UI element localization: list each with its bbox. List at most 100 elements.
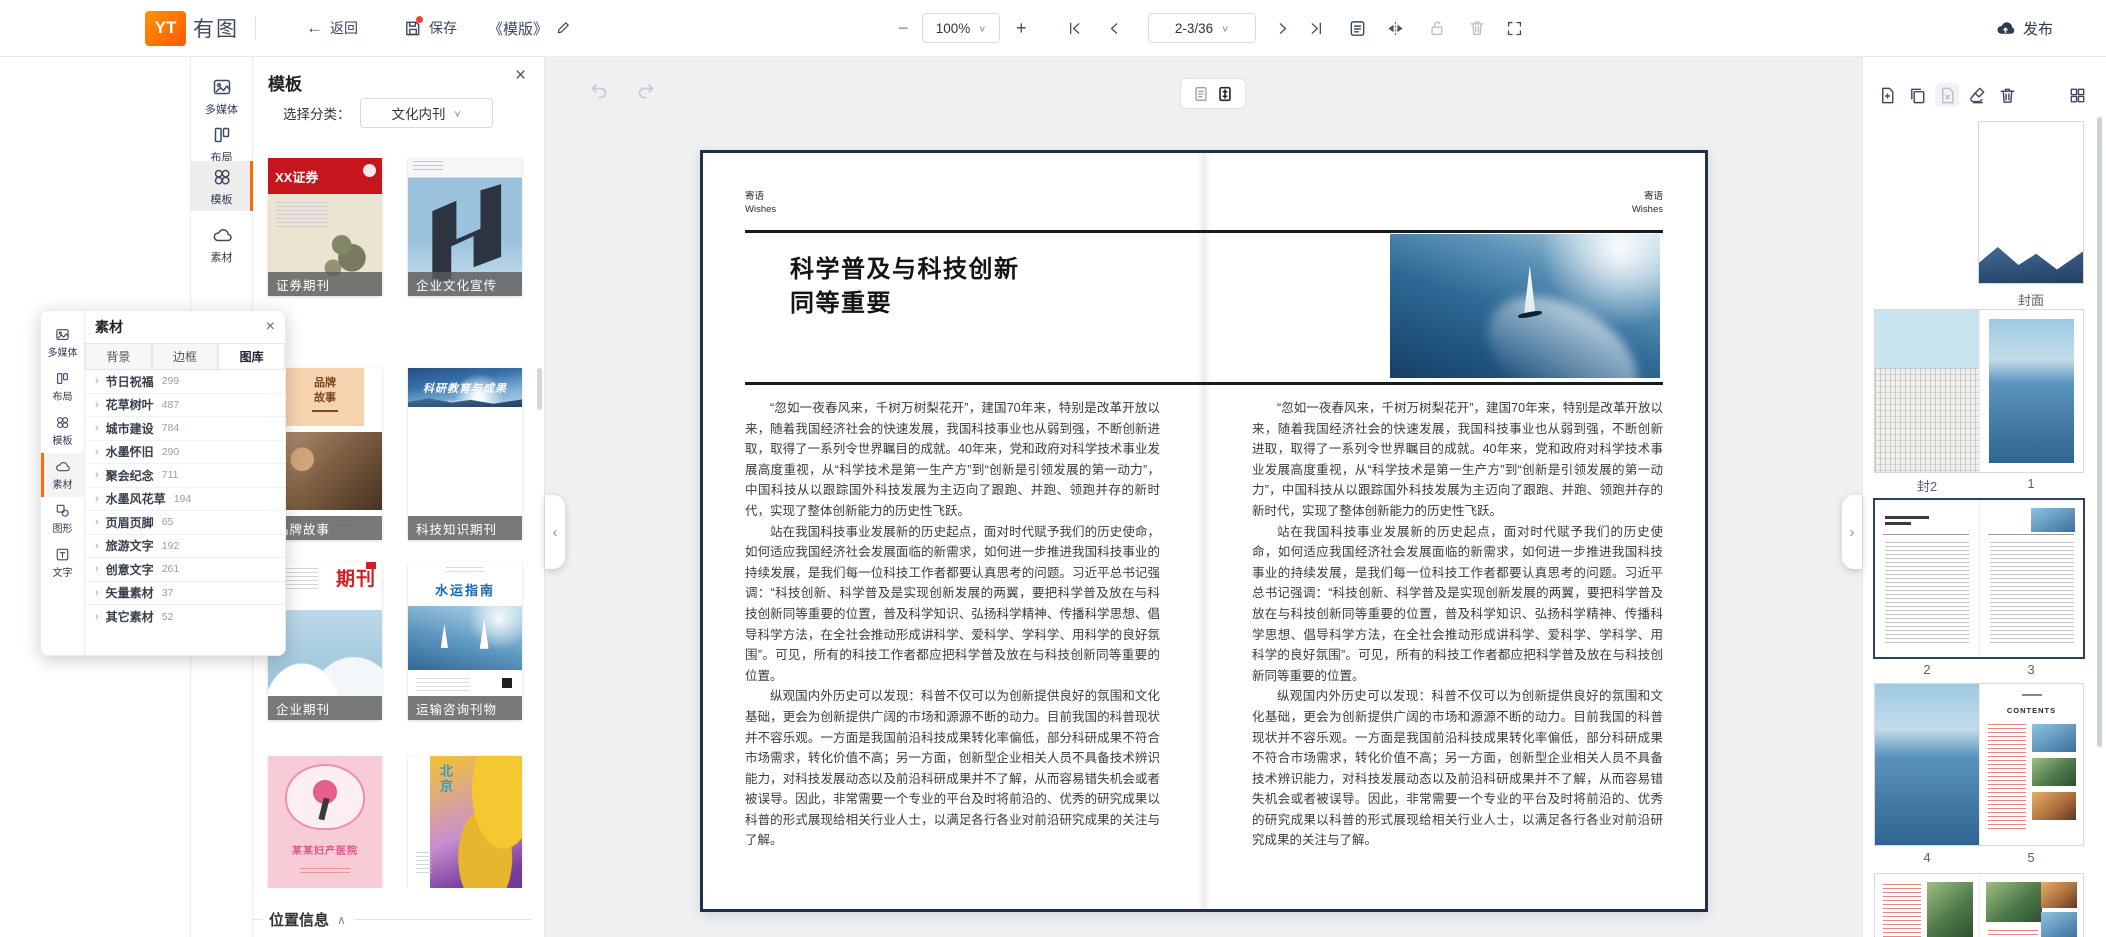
save-button[interactable]: 保存 — [403, 0, 457, 56]
mountains-shape — [1979, 238, 2083, 283]
asset-category-row[interactable]: ›花草树叶487 — [85, 394, 285, 418]
layout-icon — [212, 125, 232, 145]
edit-pencil-icon[interactable] — [555, 20, 571, 36]
rail-item-shapes[interactable]: 图形 — [41, 497, 84, 541]
prev-page-button[interactable] — [1106, 0, 1123, 56]
position-info-section[interactable]: 位置信息 ∧ — [253, 888, 544, 937]
asset-category-row[interactable]: ›城市建设784 — [85, 417, 285, 441]
delete-button[interactable] — [1468, 0, 1486, 56]
logo-badge: YT — [145, 11, 186, 46]
delete-page-button[interactable] — [1935, 83, 1959, 107]
next-page-button[interactable] — [1274, 0, 1291, 56]
article-title[interactable]: 科学普及与科技创新 同等重要 — [790, 253, 1020, 321]
asset-category-row[interactable]: ›节日祝福299 — [85, 370, 285, 394]
template-card-corporate-culture[interactable]: 企业文化宣传 — [408, 158, 522, 296]
single-page-view-button[interactable] — [1192, 85, 1210, 103]
asset-category-row[interactable]: ›其它素材52 — [85, 605, 285, 629]
page-thumb-cover[interactable]: 科研教育与成果 HIGHLIGHT — [1979, 122, 2083, 283]
template-card-science-journal[interactable]: 科研教育与成果 HIGHLIGHT 科技知识期刊 — [408, 368, 522, 540]
clear-page-button[interactable] — [1965, 83, 1989, 107]
redo-button[interactable] — [635, 80, 657, 102]
rail-item-assets[interactable]: 素材 — [191, 219, 252, 271]
page-thumb-7[interactable] — [1979, 874, 2083, 937]
page-thumb-6[interactable] — [1875, 874, 1979, 937]
rail-item-text[interactable]: 文字 — [41, 541, 84, 585]
zoom-level-select[interactable]: 100%∨ — [922, 13, 1000, 43]
template-grid-icon — [55, 415, 70, 430]
pages-scrollbar[interactable] — [2097, 117, 2102, 747]
chevron-down-icon: ∨ — [1221, 23, 1229, 33]
magazine-spread[interactable]: 寄语 Wishes 寄语 Wishes 科学普及与科技创新 同等重要 “忽如一夜… — [700, 150, 1708, 912]
page-thumb-spread-4-5[interactable]: CONTENTS — [1875, 684, 2083, 845]
thumb-label-row: 23 — [1875, 662, 2083, 677]
mirror-flip-button[interactable] — [1386, 0, 1405, 56]
unsaved-dot — [416, 16, 423, 23]
page-indicator-select[interactable]: 2-3/36∨ — [1148, 13, 1256, 43]
rail-item-templates[interactable]: 模板 — [41, 409, 84, 453]
tab-gallery[interactable]: 图库 — [218, 343, 285, 369]
page-thumb-5[interactable]: CONTENTS — [1979, 684, 2083, 845]
asset-category-row[interactable]: ›旅游文字192 — [85, 535, 285, 559]
lock-button[interactable] — [1428, 0, 1446, 56]
text-icon — [55, 547, 70, 562]
rail-item-assets[interactable]: 素材 — [41, 453, 84, 497]
asset-category-row[interactable]: ›聚会纪念711 — [85, 464, 285, 488]
spread-view-button[interactable] — [1216, 85, 1234, 103]
sailboat-photo[interactable] — [1390, 234, 1660, 378]
rail-item-templates[interactable]: 模板 — [191, 161, 252, 211]
page-thumb-2[interactable] — [1875, 500, 1979, 657]
template-card-securities[interactable]: XX证券 证券期刊 — [268, 158, 382, 296]
collapse-left-panel-handle[interactable]: ‹ — [545, 495, 565, 569]
chevron-right-icon: › — [95, 493, 99, 505]
collapse-right-panel-handle[interactable]: › — [1842, 495, 1862, 569]
document-title[interactable]: 《模版》 — [488, 0, 571, 56]
zoom-out-button[interactable]: − — [898, 0, 909, 56]
asset-category-row[interactable]: ›矢量素材37 — [85, 582, 285, 606]
asset-category-row[interactable]: ›水墨怀旧290 — [85, 441, 285, 465]
asset-category-row[interactable]: ›创意文字261 — [85, 558, 285, 582]
assets-panel-content: 素材 × 背景 边框 图库 ›节日祝福299 ›花草树叶487 ›城市建设784… — [85, 311, 285, 655]
page-settings-button[interactable] — [1348, 0, 1367, 56]
rail-item-multimedia[interactable]: 多媒体 — [41, 321, 84, 365]
first-page-button[interactable] — [1066, 0, 1083, 56]
template-card-shipping-guide[interactable]: 水运指南 运输咨询刊物 — [408, 562, 522, 720]
page-thumb-spread-f2-1[interactable] — [1875, 310, 2083, 472]
page-thumb-f2[interactable] — [1875, 310, 1979, 472]
rail-item-multimedia[interactable]: 多媒体 — [191, 71, 252, 123]
asset-category-row[interactable]: ›水墨风花草194 — [85, 488, 285, 512]
publish-button[interactable]: 发布 — [1995, 0, 2053, 56]
fullscreen-button[interactable] — [1506, 0, 1523, 56]
undo-button[interactable] — [588, 80, 610, 102]
tab-background[interactable]: 背景 — [85, 343, 152, 369]
page-thumb-3[interactable] — [1979, 500, 2083, 657]
logo-name: 有图 — [193, 13, 239, 43]
boat-wake — [1468, 272, 1658, 378]
template-name-bar: 企业期刊 — [268, 696, 382, 720]
add-page-button[interactable] — [1875, 83, 1899, 107]
close-icon[interactable]: × — [266, 318, 275, 336]
app-logo[interactable]: YT 有图 — [145, 0, 239, 56]
grid-view-button[interactable] — [2065, 83, 2089, 107]
body-text-right-page[interactable]: “忽如一夜春风来，千树万树梨花开”，建国70年来，特别是改革开放以来，随着我国经… — [1252, 398, 1663, 851]
page-thumb-1[interactable] — [1979, 310, 2083, 472]
page-header-right[interactable]: 寄语 Wishes — [1632, 190, 1663, 216]
last-page-button[interactable] — [1308, 0, 1325, 56]
page-header-left[interactable]: 寄语 Wishes — [745, 190, 776, 216]
panel-scrollbar[interactable] — [537, 368, 542, 410]
body-text-left-page[interactable]: “忽如一夜春风来，千树万树梨花开”，建国70年来，特别是改革开放以来，随着我国经… — [745, 398, 1160, 851]
tab-border[interactable]: 边框 — [152, 343, 219, 369]
thumb-label-row: 封21 — [1875, 476, 2083, 495]
close-icon[interactable]: × — [515, 65, 526, 87]
zoom-in-button[interactable]: + — [1016, 0, 1027, 56]
category-select[interactable]: 文化内刊∨ — [360, 98, 493, 128]
back-button[interactable]: ← 返回 — [306, 0, 358, 56]
asset-category-row[interactable]: ›页眉页脚65 — [85, 511, 285, 535]
page-thumb-spread-2-3-selected[interactable] — [1875, 500, 2083, 657]
canvas-area[interactable]: 寄语 Wishes 寄语 Wishes 科学普及与科技创新 同等重要 “忽如一夜… — [545, 57, 1862, 937]
template-name-bar: 企业文化宣传 — [408, 272, 522, 296]
page-thumb-4[interactable] — [1875, 684, 1979, 845]
trash-page-button[interactable] — [1995, 83, 2019, 107]
duplicate-page-button[interactable] — [1905, 83, 1929, 107]
page-thumb-spread-partial[interactable] — [1875, 874, 2083, 937]
rail-item-layout[interactable]: 布局 — [41, 365, 84, 409]
